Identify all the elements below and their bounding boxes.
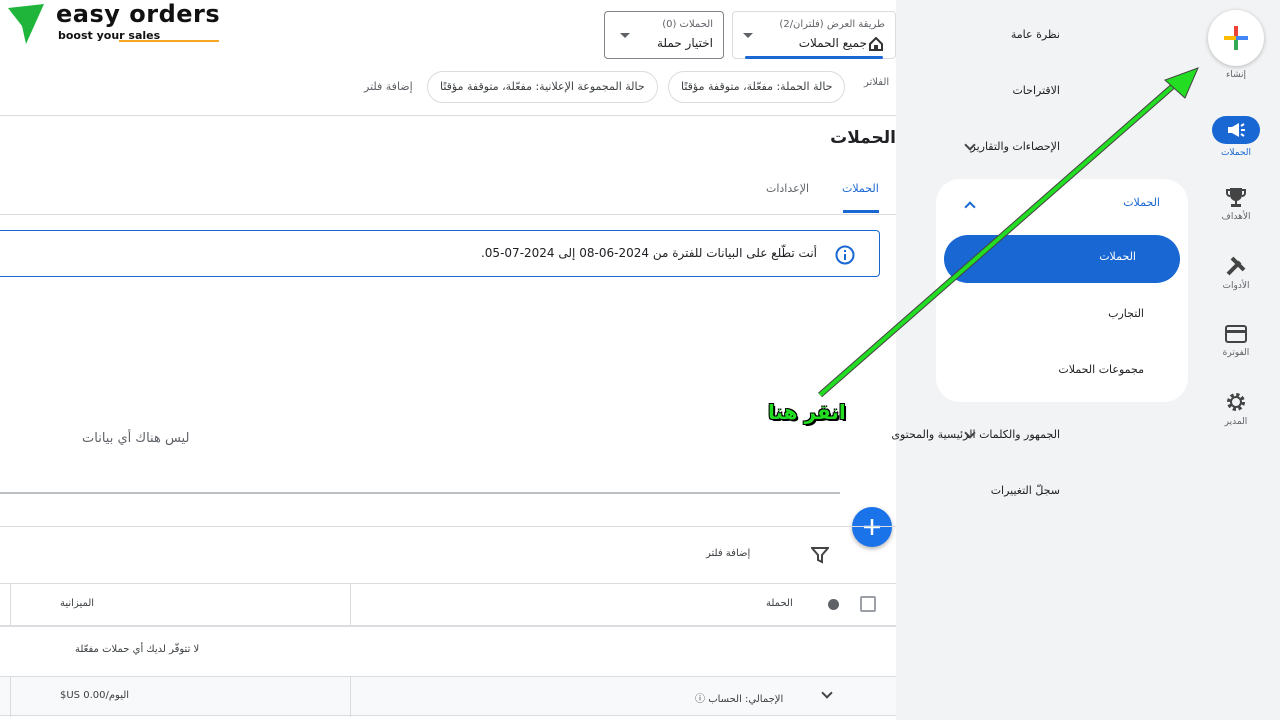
- table-add-filter[interactable]: إضافة فلتر: [706, 548, 750, 559]
- plus-icon: [1224, 26, 1248, 50]
- total-row: الإجمالي: الحساب ⓘ $US 0.00/اليوم: [0, 676, 896, 717]
- rail-item-goals[interactable]: الأهداف: [1206, 186, 1266, 222]
- click-here-annotation: انقر هنا: [768, 400, 846, 424]
- filter-icon[interactable]: [811, 546, 829, 564]
- nav-group-title[interactable]: الحملات: [1123, 196, 1160, 209]
- nav-item-audiences-keywords[interactable]: الجمهور والكلمات الرئيسية والمحتوى: [891, 428, 1060, 441]
- campaign-selector[interactable]: الحملات (0) اختيار حملة: [604, 11, 724, 59]
- nav-subitem-experiments[interactable]: التجارب: [1108, 307, 1144, 320]
- rail-item-admin[interactable]: المدير: [1206, 391, 1266, 427]
- help-icon[interactable]: ⓘ: [695, 694, 705, 705]
- tools-icon: [1226, 256, 1246, 276]
- info-icon: [835, 245, 855, 265]
- nav-item-overview[interactable]: نظرة عامة: [1011, 28, 1060, 41]
- view-selector-label: طريقة العرض (فلتران/2): [779, 19, 885, 30]
- empty-table-message: لا تتوفّر لديك أي حملات مفعّلة: [75, 644, 200, 655]
- easy-orders-logo: easy orders boost your sales: [4, 0, 224, 46]
- filter-chip-adgroup-status[interactable]: حالة المجموعة الإعلانية: مفعّلة، متوقفة …: [427, 71, 658, 103]
- page-title: الحملات: [830, 128, 896, 148]
- nav-item-recommendations[interactable]: الاقتراحات: [1012, 84, 1060, 97]
- campaign-selector-value: اختيار حملة: [656, 36, 713, 50]
- info-banner: أنت تطّلع على البيانات للفترة من 2024-06…: [0, 230, 880, 277]
- expand-chevron-icon[interactable]: [821, 687, 833, 699]
- nav-group-campaigns: الحملات الحملات التجارب مجموعات الحملات: [936, 179, 1188, 402]
- home-icon: [869, 37, 883, 51]
- logo-text: easy orders: [56, 0, 221, 28]
- credit-card-icon: [1225, 325, 1247, 343]
- total-budget: $US 0.00/اليوم: [60, 690, 130, 701]
- rail-item-campaigns[interactable]: الحملات: [1206, 116, 1266, 158]
- rail-item-tools[interactable]: الأدوات: [1206, 255, 1266, 291]
- side-navigation: نظرة عامة الاقتراحات الإحصاءات والتقارير…: [891, 0, 1280, 720]
- filter-chip-campaign-status[interactable]: حالة الحملة: مفعّلة، متوقفة مؤقتًا: [668, 71, 846, 103]
- tab-settings[interactable]: الإعدادات: [766, 182, 809, 195]
- rail-label-create: إنشاء: [1225, 70, 1246, 80]
- view-selector[interactable]: طريقة العرض (فلتران/2) جميع الحملات: [732, 11, 896, 59]
- column-header-campaign[interactable]: الحملة: [766, 598, 793, 609]
- trophy-icon: [1226, 188, 1246, 207]
- nav-item-insights-reports[interactable]: الإحصاءات والتقارير: [971, 140, 1061, 153]
- campaign-selector-label: الحملات (0): [662, 19, 713, 30]
- nav-subitem-label: الحملات: [1099, 250, 1136, 263]
- main-content: easy orders boost your sales طريقة العرض…: [0, 0, 896, 720]
- nav-item-change-history[interactable]: سجلّ التغييرات: [991, 484, 1060, 497]
- chevron-up-icon[interactable]: [964, 201, 976, 213]
- logo-mark-icon: [8, 4, 44, 44]
- create-button[interactable]: [1208, 10, 1264, 66]
- column-header-budget[interactable]: الميزانية: [60, 598, 94, 609]
- view-selector-value: جميع الحملات: [798, 36, 867, 50]
- tab-campaigns[interactable]: الحملات: [842, 182, 879, 195]
- nav-subitem-campaign-groups[interactable]: مجموعات الحملات: [1058, 363, 1144, 376]
- total-row-label: الإجمالي: الحساب ⓘ: [695, 694, 784, 705]
- info-banner-text: أنت تطّلع على البيانات للفترة من 2024-06…: [480, 246, 817, 260]
- select-all-checkbox[interactable]: [860, 596, 876, 612]
- status-dot-icon: [828, 599, 839, 610]
- plus-icon: [864, 519, 880, 535]
- gear-icon: [1227, 393, 1245, 411]
- add-campaign-button[interactable]: [852, 507, 892, 547]
- rail-item-billing[interactable]: الفوترة: [1206, 324, 1266, 358]
- megaphone-icon: [1228, 123, 1245, 137]
- filters-label: الفلاتر: [864, 77, 890, 88]
- empty-chart-message: ليس هناك أي بيانات: [82, 431, 190, 446]
- nav-subitem-campaigns[interactable]: الحملات: [944, 235, 1180, 283]
- add-filter-link[interactable]: إضافة فلتر: [364, 80, 413, 93]
